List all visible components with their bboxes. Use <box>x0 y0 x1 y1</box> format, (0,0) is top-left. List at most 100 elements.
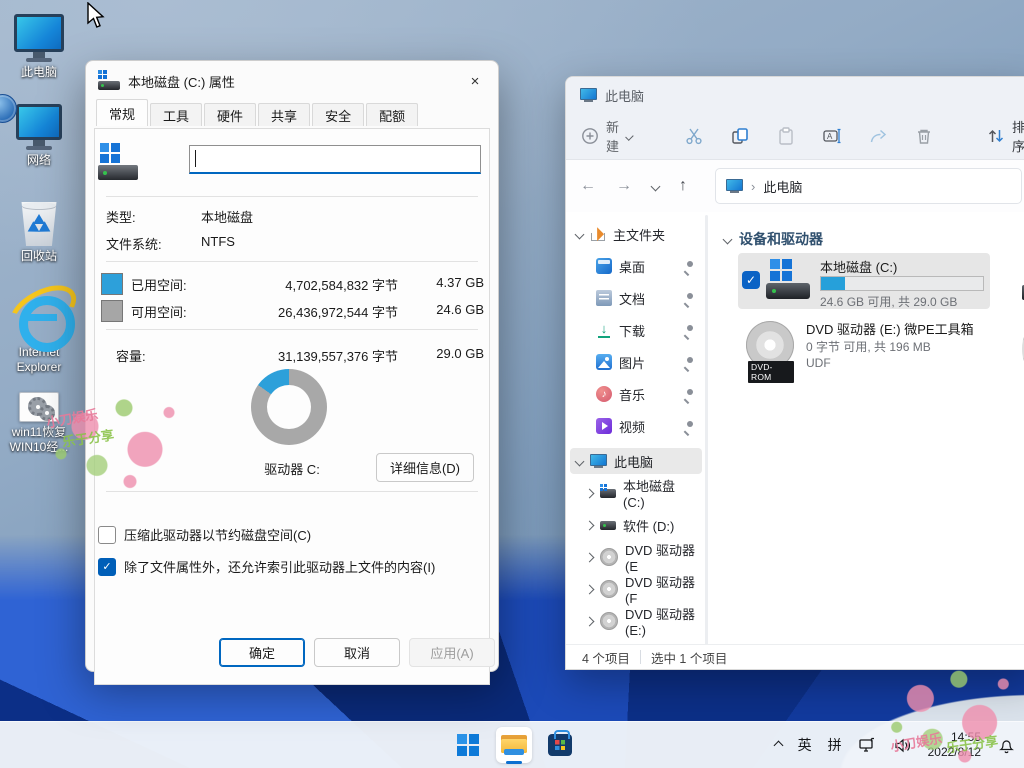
desktop-icon-label: 此电脑 <box>0 65 78 80</box>
network-icon[interactable] <box>858 736 877 755</box>
tab-hardware[interactable]: 硬件 <box>204 103 256 126</box>
desktop-icon-internet-explorer[interactable]: Internet Explorer <box>0 288 78 375</box>
drive-tile-dvd-e[interactable]: DVD-ROM DVD 驱动器 (E:) 微PE工具箱 0 字节 可用, 共 1… <box>738 317 990 379</box>
compress-checkbox-label: 压缩此驱动器以节约磁盘空间(C) <box>124 525 311 544</box>
address-bar[interactable]: › 此电脑 <box>715 168 1022 204</box>
explorer-toolbar: 新建 A <box>566 113 1024 160</box>
ime-mode-indicator[interactable]: 拼 <box>828 735 842 755</box>
sidebar-item-this-pc[interactable]: 此电脑 <box>570 448 702 474</box>
ime-language-indicator[interactable]: 英 <box>798 735 812 755</box>
chevron-down-icon <box>575 456 585 466</box>
sidebar-item-desktop[interactable]: 桌面 <box>570 253 702 279</box>
explorer-titlebar[interactable]: 此电脑 <box>566 77 1024 113</box>
volume-icon[interactable] <box>893 736 912 755</box>
sort-button[interactable]: 排序 <box>986 117 1024 155</box>
store-icon <box>548 734 572 756</box>
drive-usage-bar <box>820 276 984 291</box>
filesystem-value: NTFS <box>201 234 235 249</box>
sidebar-item-dvd-f[interactable]: DVD 驱动器 (F <box>570 576 702 602</box>
new-button[interactable]: 新建 <box>580 117 632 155</box>
desktop-icon-this-pc[interactable]: 此电脑 <box>0 14 78 80</box>
tray-overflow-chevron[interactable] <box>773 740 783 750</box>
copy-icon[interactable] <box>730 126 750 146</box>
volume-label-input[interactable] <box>189 145 481 174</box>
taskbar-microsoft-store[interactable] <box>542 727 578 763</box>
notification-bell-icon[interactable] <box>997 736 1016 755</box>
mouse-cursor <box>86 2 106 30</box>
tab-quota[interactable]: 配额 <box>366 103 418 126</box>
this-pc-icon <box>726 179 743 194</box>
checkbox-unchecked[interactable] <box>98 526 116 544</box>
tab-general[interactable]: 常规 <box>96 99 148 126</box>
this-pc-tab-icon <box>580 88 597 103</box>
checkbox-checked[interactable]: ✓ <box>98 558 116 576</box>
start-button[interactable] <box>450 727 486 763</box>
paste-icon[interactable] <box>776 126 796 146</box>
apply-button[interactable]: 应用(A) <box>409 638 495 667</box>
share-icon[interactable] <box>868 126 888 146</box>
disk-icon <box>600 517 616 533</box>
desktop-icon-network[interactable]: 网络 <box>0 104 78 168</box>
sidebar-scrollbar[interactable] <box>705 215 708 645</box>
explorer-main: 设备和驱动器 ✓ 本地磁盘 (C:) 24.6 GB 可用, 共 29.0 GB… <box>716 213 1024 645</box>
tab-security[interactable]: 安全 <box>312 103 364 126</box>
desktop-icon-label: 网络 <box>0 153 78 168</box>
ok-button[interactable]: 确定 <box>219 638 305 667</box>
sidebar-item-downloads[interactable]: ↓ 下载 <box>570 317 702 343</box>
rename-icon[interactable]: A <box>822 126 842 146</box>
section-header-label: 设备和驱动器 <box>739 229 823 249</box>
sidebar-item-label: 音乐 <box>619 385 645 404</box>
cut-icon[interactable] <box>684 126 704 146</box>
sidebar-item-documents[interactable]: 文档 <box>570 285 702 311</box>
tab-sharing[interactable]: 共享 <box>258 103 310 126</box>
compress-checkbox-row[interactable]: 压缩此驱动器以节约磁盘空间(C) <box>98 525 311 544</box>
local-disk-icon <box>98 143 142 183</box>
cancel-button[interactable]: 取消 <box>314 638 400 667</box>
back-button[interactable]: ← <box>580 177 596 195</box>
details-button[interactable]: 详细信息(D) <box>376 453 474 482</box>
pin-icon <box>684 421 694 431</box>
selection-checkbox[interactable]: ✓ <box>742 271 760 289</box>
dialog-titlebar[interactable]: 本地磁盘 (C:) 属性 <box>86 61 498 101</box>
sidebar-item-videos[interactable]: 视频 <box>570 413 702 439</box>
sidebar-item-local-disk-c[interactable]: 本地磁盘 (C:) <box>570 480 702 506</box>
dialog-tabs: 常规 工具 硬件 共享 安全 配额 <box>96 103 418 126</box>
this-pc-icon <box>0 14 78 62</box>
chevron-right-icon <box>585 520 595 530</box>
sidebar-item-label: 软件 (D:) <box>623 516 674 535</box>
sidebar-item-disk-d[interactable]: 软件 (D:) <box>570 512 702 538</box>
sidebar-item-dvd-e2[interactable]: DVD 驱动器 (E:) <box>570 608 702 634</box>
tray-clock[interactable]: 14:55 2022/8/12 <box>928 730 981 760</box>
tray-time: 14:55 <box>928 730 981 745</box>
pin-icon <box>684 389 694 399</box>
explorer-sidebar: 主文件夹 桌面 文档 ↓ 下载 图片 <box>566 221 706 645</box>
desktop-icon-recycle-bin[interactable]: 回收站 <box>0 202 78 264</box>
tray-date: 2022/8/12 <box>928 745 981 760</box>
devices-section-header[interactable]: 设备和驱动器 <box>724 229 823 249</box>
sidebar-item-pictures[interactable]: 图片 <box>570 349 702 375</box>
desktop-icon-win11-restore[interactable]: win11恢复 WIN10经... <box>0 392 78 455</box>
sidebar-item-music[interactable]: ♪ 音乐 <box>570 381 702 407</box>
taskbar-file-explorer[interactable] <box>496 727 532 763</box>
up-button[interactable]: ↑ <box>679 177 687 195</box>
breadcrumb[interactable]: 此电脑 <box>763 177 802 196</box>
dvd-icon <box>600 612 618 630</box>
text-caret <box>195 150 196 167</box>
drive-tile-c[interactable]: ✓ 本地磁盘 (C:) 24.6 GB 可用, 共 29.0 GB <box>738 253 990 309</box>
recent-locations-chevron[interactable] <box>651 181 661 191</box>
explorer-body: 主文件夹 桌面 文档 ↓ 下载 图片 <box>566 213 1024 645</box>
forward-button[interactable]: → <box>616 177 632 195</box>
sort-button-label: 排序 <box>1012 117 1024 155</box>
music-icon: ♪ <box>596 386 612 402</box>
close-button[interactable]: × <box>462 69 488 93</box>
free-space-legend-swatch <box>101 300 123 322</box>
tab-tools[interactable]: 工具 <box>150 103 202 126</box>
used-space-legend-swatch <box>101 273 123 295</box>
sidebar-item-label: DVD 驱动器 (F <box>625 572 698 606</box>
used-space-bytes: 4,702,584,832 字节 <box>285 275 398 294</box>
sidebar-item-dvd-e[interactable]: DVD 驱动器 (E <box>570 544 702 570</box>
sidebar-item-home[interactable]: 主文件夹 <box>570 221 702 247</box>
delete-icon[interactable] <box>914 126 934 146</box>
chevron-down-icon <box>575 229 585 239</box>
index-checkbox-row[interactable]: ✓ 除了文件属性外，还允许索引此驱动器上文件的内容(I) <box>98 557 435 576</box>
